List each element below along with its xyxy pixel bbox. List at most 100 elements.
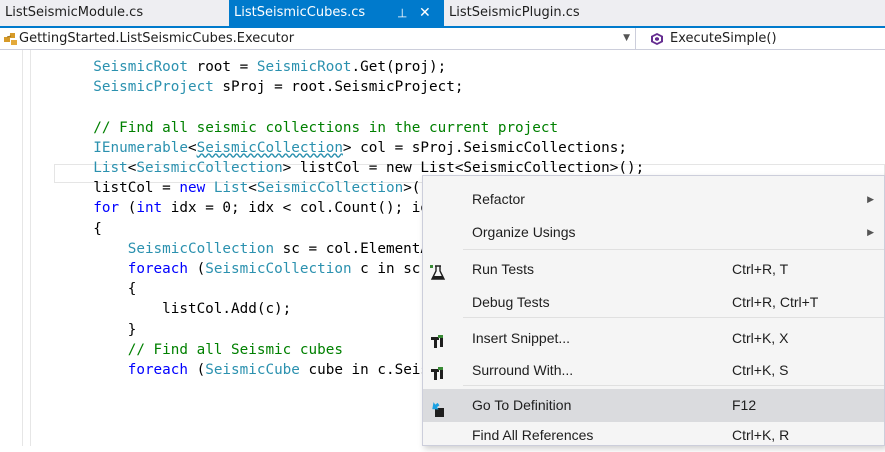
code-line: listCol = new List<SeismicCollection>(); [0, 178, 437, 198]
menu-item-shortcut: Ctrl+K, X [732, 330, 789, 346]
code-type: IEnumerable [93, 139, 188, 156]
menu-item-run-tests[interactable]: Run Tests Ctrl+R, T [423, 253, 884, 286]
menu-item-label: Run Tests [472, 261, 534, 277]
code-text: .Get(proj); [351, 59, 447, 75]
code-text: } [0, 321, 137, 338]
menu-item-shortcut: Ctrl+K, S [732, 362, 789, 378]
submenu-arrow-icon: ▶ [867, 194, 874, 204]
tab-listseismicmodule[interactable]: ListSeismicModule.cs [0, 0, 225, 26]
menu-item-debug-tests[interactable]: Debug Tests Ctrl+R, Ctrl+T [423, 286, 884, 319]
menu-item-label: Insert Snippet... [472, 330, 571, 346]
type-selector-dropdown[interactable]: GettingStarted.ListSeismicCubes.Executor… [0, 28, 636, 49]
code-keyword: for [93, 200, 120, 217]
code-type: SeismicCube [205, 362, 300, 378]
code-type: SeismicRoot [93, 59, 188, 75]
pin-tab-icon[interactable]: ⊣ [389, 8, 415, 18]
code-text: { [0, 281, 137, 298]
code-line: SeismicCollection sc = col.ElementAt(idx… [0, 239, 490, 259]
menu-item-insert-snippet[interactable]: Insert Snippet... Ctrl+K, X [423, 322, 884, 355]
code-type: SeismicCollection [136, 160, 283, 176]
menu-item-go-to-definition[interactable]: Go To Definition F12 [423, 389, 884, 422]
code-type: SeismicCollection [256, 180, 404, 197]
menu-item-organize-usings[interactable]: Organize Usings ▶ [423, 216, 884, 249]
surround-with-icon [429, 362, 447, 380]
class-icon [4, 33, 17, 45]
menu-item-surround-with[interactable]: Surround With... Ctrl+K, S [423, 354, 884, 387]
menu-item-label: Organize Usings [472, 224, 576, 240]
code-line: { [0, 219, 102, 239]
tab-label: ListSeismicModule.cs [5, 5, 144, 20]
code-text: idx = 0; idx < col.Count(); idx++) [162, 200, 464, 217]
code-text: { [0, 220, 102, 237]
menu-item-label: Find All References [472, 427, 594, 443]
code-type: SeismicCollection [196, 139, 343, 156]
code-comment: // Find all Seismic cubes [127, 341, 343, 358]
insert-snippet-icon [429, 330, 447, 348]
code-text: > listCol = new List<SeismicCollection>(… [282, 160, 645, 176]
code-text: < [248, 180, 257, 197]
code-comment: // Find all seismic collections in the c… [93, 119, 559, 136]
tab-listseismicplugin[interactable]: ListSeismicPlugin.cs [444, 0, 584, 26]
code-text: listCol.Add(c); [0, 301, 292, 318]
menu-separator [463, 317, 884, 318]
menu-item-shortcut: F12 [732, 397, 757, 413]
code-line: { [0, 279, 137, 299]
menu-separator [463, 249, 884, 250]
code-text: listCol = [0, 180, 180, 197]
code-type: SeismicCollection [205, 261, 352, 277]
code-line: // Find all Seismic cubes [0, 340, 343, 360]
type-selector-label: GettingStarted.ListSeismicCubes.Executor [19, 31, 295, 46]
code-type: SeismicCollection [127, 240, 275, 257]
code-type: List [213, 180, 249, 197]
method-icon [651, 33, 663, 45]
tab-listseismiccubes[interactable]: ListSeismicCubes.cs ⊣ ✕ [229, 0, 444, 26]
code-type: SeismicRoot [256, 59, 352, 75]
code-line: IEnumerable<SeismicCollection> col = sPr… [0, 138, 627, 158]
menu-item-label: Go To Definition [472, 397, 572, 413]
menu-item-refactor[interactable]: Refactor ▶ [423, 183, 884, 216]
code-text: ( [188, 362, 206, 378]
code-type: SeismicProject [93, 79, 214, 96]
menu-item-find-all-references[interactable]: Find All References Ctrl+K, R [423, 419, 884, 452]
chevron-down-icon: ▼ [623, 33, 630, 43]
menu-separator [463, 385, 884, 386]
code-line: SeismicProject sProj = root.SeismicProje… [0, 77, 463, 97]
navigation-bar: GettingStarted.ListSeismicCubes.Executor… [0, 28, 885, 50]
member-selector-label: ExecuteSimple() [670, 31, 777, 46]
document-tab-strip: ListSeismicModule.cs ListSeismicCubes.cs… [0, 0, 885, 26]
code-text: sProj = root.SeismicProject; [213, 79, 464, 96]
code-text: ( [188, 261, 206, 277]
code-text: > col = sProj.SeismicCollections; [342, 139, 627, 156]
code-line: SeismicRoot root = SeismicRoot.Get(proj)… [0, 57, 446, 77]
code-keyword: foreach [127, 261, 188, 277]
member-selector-dropdown[interactable]: ExecuteSimple() [636, 28, 885, 49]
run-tests-icon [429, 261, 447, 280]
close-tab-icon[interactable]: ✕ [419, 0, 431, 26]
code-keyword: int [136, 200, 163, 217]
tab-label: ListSeismicPlugin.cs [449, 5, 580, 20]
code-keyword: foreach [127, 362, 188, 378]
code-type: List [93, 160, 128, 176]
code-line: // Find all seismic collections in the c… [0, 118, 558, 138]
code-line: } [0, 320, 137, 340]
tab-label: ListSeismicCubes.cs [234, 5, 366, 20]
menu-item-label: Surround With... [472, 362, 574, 378]
code-line: listCol.Add(c); [0, 299, 291, 319]
code-text: < [187, 139, 197, 156]
code-line: for (int idx = 0; idx < col.Count(); idx… [0, 198, 463, 218]
menu-item-label: Refactor [472, 191, 525, 207]
code-text: ( [119, 200, 137, 217]
menu-item-shortcut: Ctrl+K, R [732, 427, 790, 443]
menu-item-label: Debug Tests [472, 294, 550, 310]
